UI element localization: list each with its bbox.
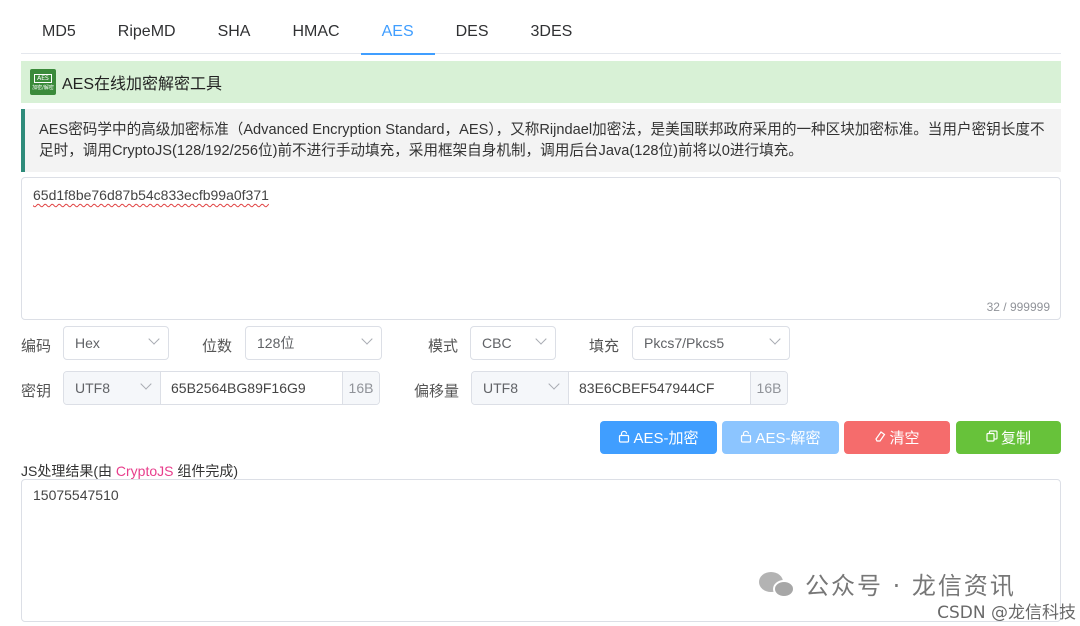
- copy-label: 复制: [1000, 430, 1031, 447]
- chevron-down-icon: [361, 333, 373, 345]
- tab-sha[interactable]: SHA: [197, 8, 272, 54]
- encoding-select[interactable]: Hex: [63, 326, 169, 360]
- eraser-icon: [874, 430, 886, 445]
- mode-label: 模式: [428, 338, 459, 355]
- bits-select[interactable]: 128位: [245, 326, 382, 360]
- chevron-down-icon: [148, 333, 160, 345]
- mode-select[interactable]: CBC: [470, 326, 556, 360]
- algorithm-tabs: MD5 RipeMD SHA HMAC AES DES 3DES: [21, 8, 1061, 55]
- key-size-badge: 16B: [342, 372, 379, 404]
- chevron-down-icon: [140, 378, 152, 390]
- wechat-watermark-text: 公众号 · 龙信资讯: [805, 572, 1016, 600]
- chevron-down-icon: [548, 378, 560, 390]
- key-input-group: UTF8 65B2564BG89F16G9 16B: [63, 371, 380, 405]
- iv-input-group: UTF8 83E6CBEF547944CF 16B: [471, 371, 788, 405]
- tab-ripemd[interactable]: RipeMD: [97, 8, 197, 54]
- wechat-watermark: 公众号 · 龙信资讯: [757, 566, 1016, 601]
- key-input[interactable]: 65B2564BG89F16G9: [161, 372, 342, 404]
- clear-button[interactable]: 清空: [844, 421, 950, 454]
- result-label-prefix: JS处理结果(由: [21, 463, 116, 479]
- key-label: 密钥: [21, 383, 52, 400]
- char-counter: 32 / 999999: [986, 300, 1050, 314]
- logo-text: AES: [34, 73, 52, 83]
- encrypt-label: AES-加密: [633, 430, 699, 447]
- input-text-value: 65d1f8be76d87b54c833ecfb99a0f371: [33, 187, 269, 203]
- page-title: AES在线加密解密工具: [62, 76, 223, 93]
- mode-value: CBC: [482, 335, 512, 351]
- tab-md5[interactable]: MD5: [21, 8, 97, 54]
- tab-3des[interactable]: 3DES: [510, 8, 594, 54]
- aes-encrypt-button[interactable]: AES-加密: [600, 421, 717, 454]
- aes-decrypt-button[interactable]: AES-解密: [722, 421, 839, 454]
- encoding-value: Hex: [75, 335, 100, 351]
- key-charset-select[interactable]: UTF8: [64, 372, 161, 404]
- unlock-icon: [740, 430, 752, 446]
- cryptojs-highlight: CryptoJS: [115, 463, 174, 479]
- input-textarea[interactable]: 65d1f8be76d87b54c833ecfb99a0f371 32 / 99…: [21, 177, 1061, 320]
- iv-size-badge: 16B: [750, 372, 787, 404]
- lock-icon: [618, 430, 630, 446]
- result-label: JS处理结果(由 CryptoJS 组件完成): [21, 461, 238, 481]
- padding-value: Pkcs7/Pkcs5: [644, 335, 725, 351]
- tab-des[interactable]: DES: [435, 8, 510, 54]
- padding-label: 填充: [589, 338, 620, 355]
- iv-input[interactable]: 83E6CBEF547944CF: [569, 372, 750, 404]
- tab-aes[interactable]: AES: [360, 8, 435, 55]
- chevron-down-icon: [769, 333, 781, 345]
- iv-label: 偏移量: [414, 383, 460, 400]
- encoding-label: 编码: [21, 338, 52, 355]
- copy-icon: [986, 430, 998, 445]
- bits-label: 位数: [202, 338, 233, 355]
- bits-value: 128位: [257, 335, 295, 351]
- key-charset-value: UTF8: [75, 380, 110, 396]
- copy-button[interactable]: 复制: [956, 421, 1061, 454]
- tab-hmac[interactable]: HMAC: [271, 8, 360, 54]
- clear-label: 清空: [889, 430, 920, 447]
- tool-title-bar: AES 加密/解密 AES在线加密解密工具: [21, 61, 1061, 103]
- chevron-down-icon: [535, 333, 547, 345]
- iv-charset-select[interactable]: UTF8: [472, 372, 569, 404]
- decrypt-label: AES-解密: [755, 430, 821, 447]
- wechat-icon: [757, 568, 797, 600]
- padding-select[interactable]: Pkcs7/Pkcs5: [632, 326, 790, 360]
- logo-subtext: 加密/解密: [32, 84, 54, 91]
- csdn-watermark: CSDN @龙信科技: [937, 603, 1076, 623]
- result-text-value: 15075547510: [33, 487, 119, 503]
- result-label-suffix: 组件完成): [173, 463, 239, 479]
- description-callout: AES密码学中的高级加密标准（Advanced Encryption Stand…: [21, 109, 1061, 172]
- aes-logo-icon: AES 加密/解密: [30, 69, 56, 95]
- iv-charset-value: UTF8: [483, 380, 518, 396]
